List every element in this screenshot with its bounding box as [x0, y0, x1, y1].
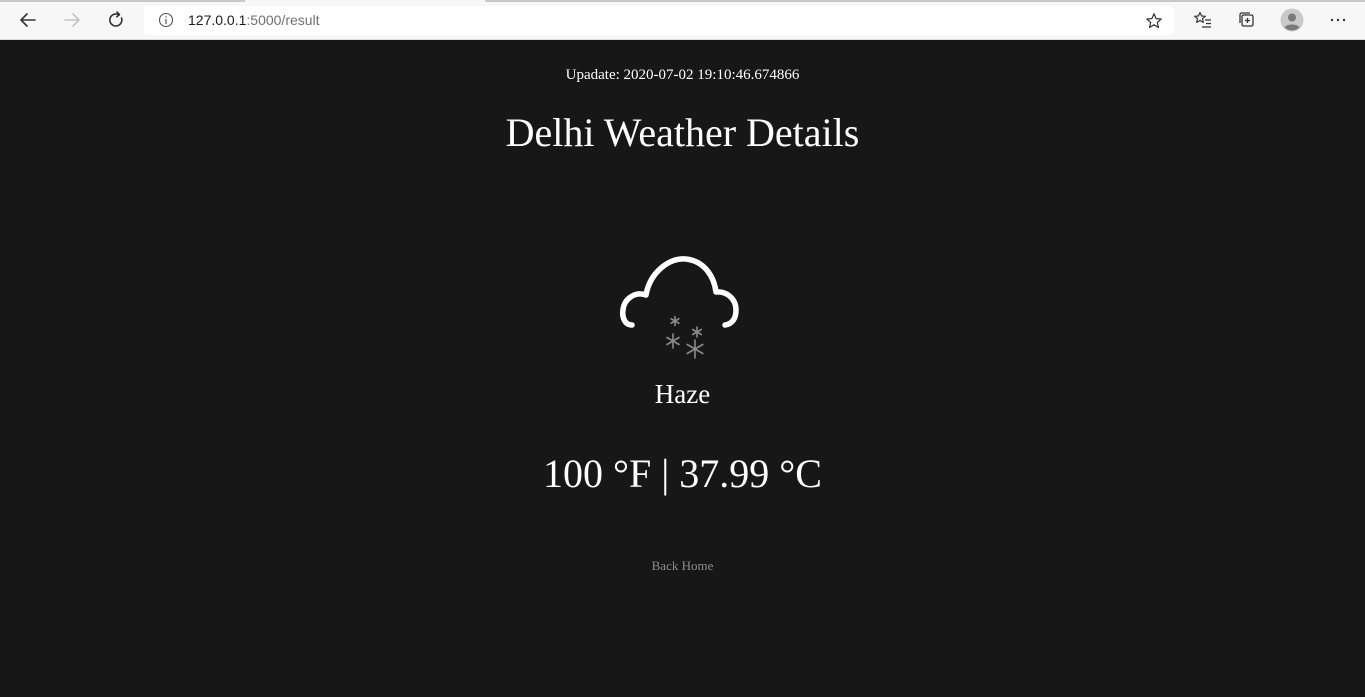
collections-icon — [1239, 12, 1254, 27]
weather-page: Upadate: 2020-07-02 19:10:46.674866 Delh… — [0, 40, 1365, 697]
browser-toolbar: 127.0.0.1:5000/result — [0, 0, 1365, 40]
favorites-button[interactable] — [1187, 4, 1219, 36]
temperature-readout: 100 °F | 37.99 °C — [543, 451, 822, 496]
arrow-right-icon — [64, 13, 80, 27]
address-bar[interactable]: 127.0.0.1:5000/result — [144, 6, 1174, 35]
favorite-star-button[interactable] — [1142, 9, 1166, 33]
refresh-button[interactable] — [100, 4, 132, 36]
back-button[interactable] — [12, 4, 44, 36]
refresh-icon — [109, 11, 123, 27]
update-timestamp: Upadate: 2020-07-02 19:10:46.674866 — [565, 67, 800, 83]
profile-button[interactable] — [1276, 4, 1308, 36]
url-text[interactable]: 127.0.0.1:5000/result — [188, 12, 320, 29]
snow-cloud-icon — [618, 254, 748, 364]
info-icon[interactable] — [158, 12, 174, 28]
collections-button[interactable] — [1231, 4, 1263, 36]
tab-strip-edge — [0, 0, 245, 2]
tab-strip-edge — [485, 0, 1365, 2]
more-icon — [1330, 18, 1346, 22]
forward-button[interactable] — [56, 4, 88, 36]
url-host: 127.0.0.1 — [188, 12, 247, 28]
avatar-icon — [1280, 8, 1304, 32]
favorites-list-icon — [1194, 11, 1211, 28]
arrow-left-icon — [20, 13, 36, 27]
star-icon — [1146, 13, 1162, 29]
page-title: Delhi Weather Details — [505, 110, 860, 155]
weather-condition: Haze — [654, 379, 711, 409]
url-path: :5000/result — [246, 12, 320, 28]
back-home-link[interactable]: Back Home — [0, 558, 1365, 574]
settings-menu-button[interactable] — [1322, 4, 1354, 36]
